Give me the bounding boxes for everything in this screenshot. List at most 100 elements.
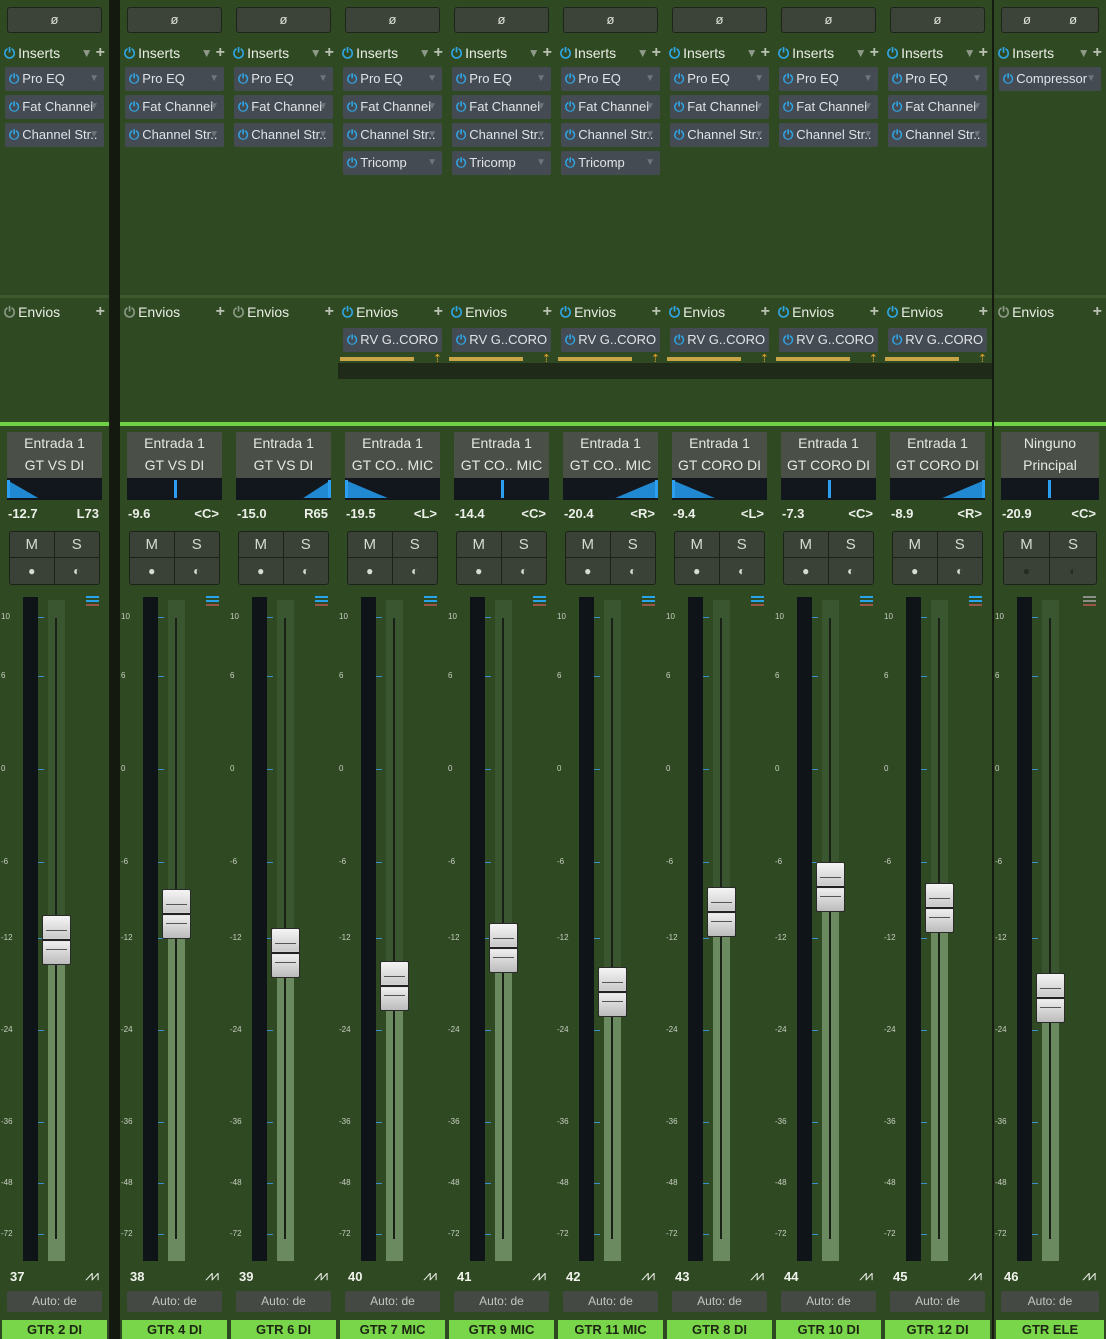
pan-slider[interactable] (1001, 478, 1099, 500)
insert-slot[interactable]: ⏻ Pro EQ ▼ (561, 67, 660, 91)
insert-slot[interactable]: ⏻ Channel Str.. ▼ (234, 123, 333, 147)
automation-mode-button[interactable]: Auto: de (236, 1291, 331, 1312)
dropdown-icon[interactable]: ▼ (536, 95, 546, 119)
waveform-icon[interactable]: ⩘⩘ (641, 1267, 655, 1284)
output-selector[interactable]: GT CORO DI (781, 454, 876, 476)
volume-fader-track[interactable] (598, 600, 627, 1261)
add-send-icon[interactable]: + (325, 303, 334, 320)
waveform-icon[interactable]: ⩘⩘ (1082, 1267, 1096, 1284)
volume-value[interactable]: -20.4 (564, 506, 594, 521)
add-send-icon[interactable]: + (216, 303, 225, 320)
add-send-icon[interactable]: + (761, 303, 770, 320)
add-send-icon[interactable]: + (652, 303, 661, 320)
power-icon[interactable]: ⏻ (892, 332, 902, 347)
automation-mode-button[interactable]: Auto: de (890, 1291, 985, 1312)
volume-fader-handle[interactable] (707, 886, 736, 937)
meter-mode-icon[interactable] (860, 596, 873, 608)
power-icon[interactable]: ⏻ (456, 71, 466, 86)
send-pan[interactable] (556, 363, 665, 379)
volume-fader-handle[interactable] (380, 960, 409, 1011)
insert-slot[interactable]: ⏻ Fat Channel ▼ (561, 95, 660, 119)
dropdown-icon[interactable]: ▼ (863, 67, 873, 91)
power-icon[interactable]: ⏻ (456, 99, 466, 114)
insert-label[interactable]: Pro EQ (469, 71, 512, 86)
power-icon[interactable]: ⏻ (560, 300, 571, 324)
insert-slot[interactable]: ⏻ Fat Channel ▼ (5, 95, 104, 119)
power-icon[interactable]: ⏻ (347, 127, 357, 142)
phase-icon[interactable]: ø (1004, 8, 1050, 32)
send-label[interactable]: RV G..CORO (905, 332, 983, 347)
solo-button[interactable]: S (1050, 532, 1096, 558)
power-icon[interactable]: ⏻ (560, 41, 571, 65)
output-selector[interactable]: GT CORO DI (672, 454, 767, 476)
power-icon[interactable]: ⏻ (342, 300, 353, 324)
send-slot[interactable]: ⏻ RV G..CORO (561, 328, 660, 352)
monitor-button[interactable]: ◐ (393, 558, 438, 584)
monitor-button[interactable]: ◐ (938, 558, 983, 584)
insert-label[interactable]: Pro EQ (687, 71, 730, 86)
solo-button[interactable]: S (392, 532, 437, 558)
pan-value[interactable]: L73 (77, 506, 99, 521)
solo-button[interactable]: S (174, 532, 219, 558)
meter-mode-icon[interactable] (315, 596, 328, 608)
insert-label[interactable]: Channel Str.. (687, 127, 762, 142)
power-icon[interactable]: ⏻ (9, 127, 19, 142)
input-selector[interactable]: Entrada 1 (454, 432, 549, 454)
insert-label[interactable]: Tricomp (469, 155, 515, 170)
meter-mode-icon[interactable] (1083, 596, 1096, 608)
volume-value[interactable]: -19.5 (346, 506, 376, 521)
send-level-slider[interactable]: ⇡ (885, 353, 990, 365)
insert-slot[interactable]: ⏻ Pro EQ ▼ (888, 67, 987, 91)
insert-label[interactable]: Channel Str.. (22, 127, 97, 142)
record-arm-button[interactable]: ● (784, 558, 829, 584)
dropdown-icon[interactable]: ▼ (964, 46, 976, 60)
io-routing[interactable]: Entrada 1 GT CORO DI (890, 432, 985, 478)
dropdown-icon[interactable]: ▼ (645, 151, 655, 175)
send-label[interactable]: RV G..CORO (796, 332, 874, 347)
dropdown-icon[interactable]: ▼ (972, 95, 982, 119)
input-selector[interactable]: Entrada 1 (563, 432, 658, 454)
dropdown-icon[interactable]: ▼ (201, 46, 213, 60)
phase-invert-button[interactable]: ø (127, 7, 222, 33)
volume-value[interactable]: -12.7 (8, 506, 38, 521)
io-routing[interactable]: Entrada 1 GT VS DI (127, 432, 222, 478)
send-pan[interactable] (338, 363, 447, 379)
power-icon[interactable]: ⏻ (887, 300, 898, 324)
channel-name[interactable]: GTR 7 MIC (340, 1320, 445, 1339)
phase-icon[interactable]: ø (607, 12, 615, 27)
insert-label[interactable]: Pro EQ (251, 71, 294, 86)
volume-fader-track[interactable] (162, 600, 191, 1261)
insert-label[interactable]: Fat Channel (905, 99, 976, 114)
mute-button[interactable]: M (348, 532, 393, 558)
solo-button[interactable]: S (283, 532, 328, 558)
waveform-icon[interactable]: ⩘⩘ (423, 1267, 437, 1284)
send-slot[interactable]: ⏻ RV G..CORO (343, 328, 442, 352)
monitor-button[interactable]: ◐ (829, 558, 874, 584)
dropdown-icon[interactable]: ▼ (318, 123, 328, 147)
dropdown-icon[interactable]: ▼ (427, 151, 437, 175)
mute-button[interactable]: M (784, 532, 829, 558)
dropdown-icon[interactable]: ▼ (972, 67, 982, 91)
monitor-button[interactable]: ◐ (611, 558, 656, 584)
send-level-slider[interactable]: ⇡ (667, 353, 772, 365)
power-icon[interactable]: ⏻ (674, 332, 684, 347)
power-icon[interactable]: ⏻ (783, 332, 793, 347)
automation-mode-button[interactable]: Auto: de (345, 1291, 440, 1312)
output-selector[interactable]: GT VS DI (236, 454, 331, 476)
pan-value[interactable]: <C> (848, 506, 873, 521)
insert-label[interactable]: Tricomp (578, 155, 624, 170)
send-slot[interactable]: ⏻ RV G..CORO (452, 328, 551, 352)
channel-name[interactable]: GTR 2 DI (2, 1320, 107, 1339)
phase-invert-button[interactable]: ø (7, 7, 102, 33)
volume-fader-track[interactable] (925, 600, 954, 1261)
record-arm-button[interactable]: ● (893, 558, 938, 584)
add-send-icon[interactable]: + (1093, 303, 1102, 320)
insert-slot[interactable]: ⏻ Pro EQ ▼ (234, 67, 333, 91)
pan-slider[interactable] (672, 478, 767, 500)
channel-name[interactable]: GTR 11 MIC (558, 1320, 663, 1339)
insert-slot[interactable]: ⏻ Fat Channel ▼ (779, 95, 878, 119)
dropdown-icon[interactable]: ▼ (754, 123, 764, 147)
volume-value[interactable]: -20.9 (1002, 506, 1032, 521)
power-icon[interactable]: ⏻ (887, 41, 898, 65)
insert-label[interactable]: Fat Channel (687, 99, 758, 114)
